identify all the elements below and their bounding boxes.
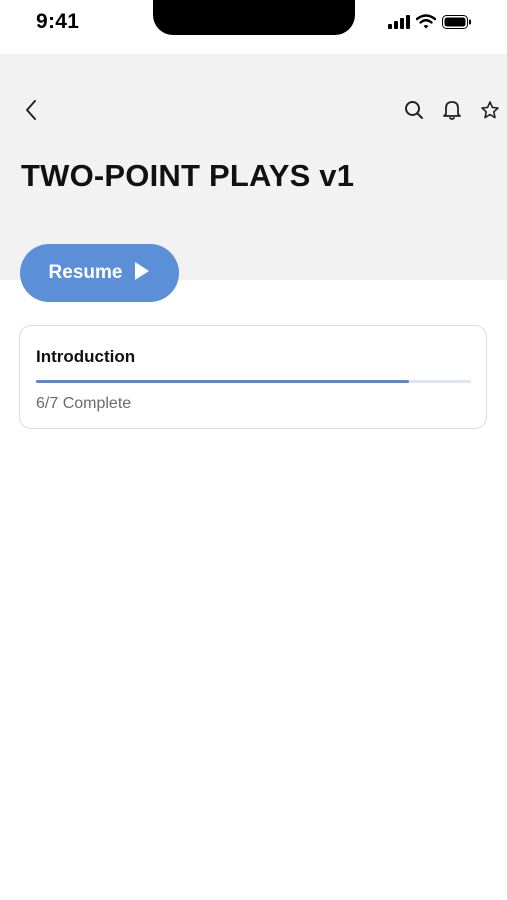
search-button[interactable]: [401, 99, 427, 125]
resume-button[interactable]: Resume: [20, 244, 179, 302]
status-bar: 9:41: [0, 0, 507, 54]
section-progress-fill: [36, 380, 409, 383]
battery-icon: [442, 14, 472, 34]
bell-icon: [442, 99, 462, 125]
play-icon: [134, 261, 150, 286]
search-icon: [404, 100, 424, 125]
signal-icon: [388, 14, 410, 34]
status-icons: [388, 14, 472, 34]
resume-button-label: Resume: [48, 262, 123, 283]
section-status: 6/7 Complete: [36, 395, 132, 412]
section-progress-bar: [36, 380, 471, 383]
section-card-introduction[interactable]: Introduction 6/7 Complete: [19, 325, 487, 429]
notifications-button[interactable]: [439, 99, 465, 125]
wifi-icon: [415, 14, 437, 34]
section-title: Introduction: [36, 347, 136, 366]
page-title: TWO-POINT PLAYS v1: [21, 158, 355, 193]
favorite-button[interactable]: [477, 99, 503, 125]
header-actions: [401, 99, 503, 125]
star-icon: [480, 100, 500, 125]
status-time: 9:41: [36, 10, 80, 33]
device-notch: [153, 0, 355, 35]
chevron-left-icon: [24, 99, 38, 126]
back-button[interactable]: [18, 99, 44, 125]
